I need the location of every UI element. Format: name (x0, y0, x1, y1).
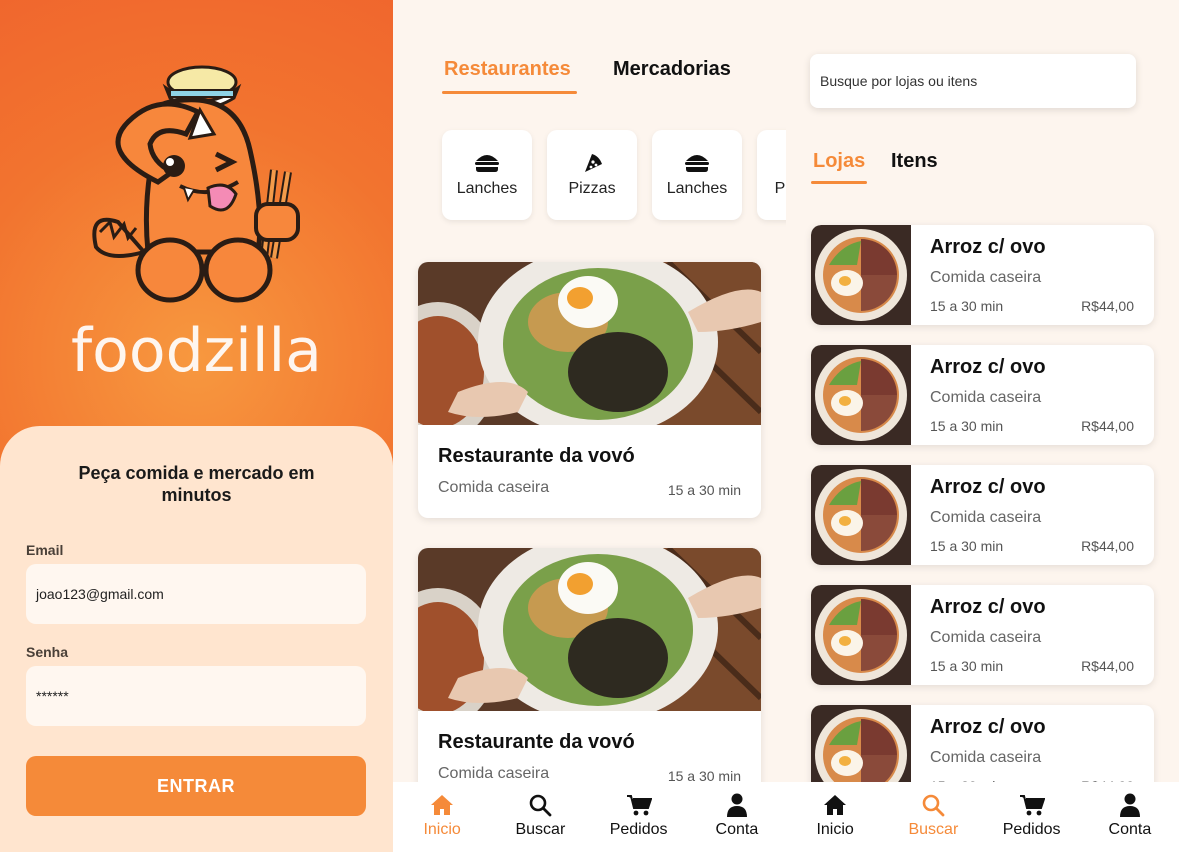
bottom-nav: Inicio Buscar Pedidos Conta (393, 782, 786, 852)
home-icon (822, 792, 848, 818)
store-type: Comida caseira (930, 629, 1042, 646)
burger-icon (683, 152, 711, 174)
nav-label: Pedidos (609, 821, 668, 838)
nav-pedidos[interactable]: Pedidos (987, 792, 1077, 839)
home-screen: Restaurantes Mercadorias Lanches Pizzas … (393, 0, 786, 852)
nav-label: Conta (1108, 821, 1152, 838)
tab-restaurantes[interactable]: Restaurantes (444, 58, 571, 81)
nav-label: Buscar (515, 821, 566, 838)
bottom-nav: Inicio Buscar Pedidos Conta (786, 782, 1179, 852)
store-time: 15 a 30 min (930, 298, 1004, 314)
tab-lojas[interactable]: Lojas (813, 150, 865, 173)
store-name: Arroz c/ ovo (930, 476, 1046, 498)
cart-icon (1019, 792, 1045, 818)
nav-buscar[interactable]: Buscar (888, 792, 978, 839)
nav-label: Conta (715, 821, 759, 838)
search-screen: Busque por lojas ou itens Lojas Itens Ar… (786, 0, 1179, 852)
restaurant-name: Restaurante da vovó (438, 445, 635, 467)
home-icon (429, 792, 455, 818)
store-price: R$44,00 (1081, 298, 1134, 314)
user-icon (1117, 792, 1143, 818)
burger-icon (473, 152, 501, 174)
tab-itens[interactable]: Itens (891, 150, 938, 173)
tagline: Peça comida e mercado em minutos (78, 463, 315, 505)
nav-label: Buscar (908, 821, 959, 838)
store-image (811, 345, 911, 445)
category-lanches-2[interactable]: Lanches (652, 130, 742, 220)
search-icon (527, 792, 553, 818)
nav-label: Inicio (816, 821, 854, 838)
nav-pedidos[interactable]: Pedidos (594, 792, 684, 839)
nav-conta[interactable]: Conta (692, 792, 782, 839)
category-pizzas-2[interactable]: P (757, 130, 786, 220)
password-label: Senha (26, 644, 69, 660)
nav-label: Inicio (423, 821, 461, 838)
store-time: 15 a 30 min (930, 418, 1004, 434)
store-name: Arroz c/ ovo (930, 236, 1046, 258)
restaurant-type: Comida caseira (438, 765, 550, 782)
search-input[interactable]: Busque por lojas ou itens (810, 54, 1136, 108)
store-price: R$44,00 (1081, 418, 1134, 434)
brand-logo-text: foodzilla (71, 316, 322, 386)
login-screen: foodzilla Peça comida e mercado em minut… (0, 0, 393, 852)
store-card[interactable]: Arroz c/ ovo Comida caseira 15 a 30 min R$4… (811, 225, 1154, 325)
search-icon (920, 792, 946, 818)
store-name: Arroz c/ ovo (930, 716, 1046, 738)
restaurant-card[interactable]: Restaurante da vovó Comida caseira 15 a … (418, 548, 761, 804)
store-image (811, 585, 911, 685)
pizza-icon (578, 152, 606, 174)
store-card[interactable]: Arroz c/ ovo Comida caseira 15 a 30 min R$4… (811, 345, 1154, 445)
tab-active-indicator (442, 91, 577, 94)
restaurant-image (418, 262, 761, 425)
restaurant-image (418, 548, 761, 711)
restaurant-name: Restaurante da vovó (438, 731, 635, 753)
email-field[interactable]: joao123@gmail.com (26, 564, 366, 624)
email-label: Email (26, 542, 64, 558)
login-button[interactable]: ENTRAR (26, 756, 366, 816)
store-card[interactable]: Arroz c/ ovo Comida caseira 15 a 30 min R$4… (811, 585, 1154, 685)
store-price: R$44,00 (1081, 538, 1134, 554)
store-type: Comida caseira (930, 269, 1042, 286)
nav-inicio[interactable]: Inicio (790, 792, 880, 839)
nav-label: Pedidos (1002, 821, 1061, 838)
tab-mercadorias[interactable]: Mercadorias (613, 58, 731, 81)
restaurant-time: 15 a 30 min (667, 482, 741, 498)
nav-inicio[interactable]: Inicio (397, 792, 487, 839)
category-pizzas[interactable]: Pizzas (547, 130, 637, 220)
store-image (811, 465, 911, 565)
nav-conta[interactable]: Conta (1085, 792, 1175, 839)
store-time: 15 a 30 min (930, 658, 1004, 674)
mascot-logo-icon (92, 65, 300, 303)
login-form: Peça comida e mercado em minutos Email j… (0, 426, 393, 852)
tab-active-indicator (811, 181, 867, 184)
nav-buscar[interactable]: Buscar (495, 792, 585, 839)
category-label: Lanches (456, 180, 518, 197)
restaurant-type: Comida caseira (438, 479, 550, 496)
store-name: Arroz c/ ovo (930, 356, 1046, 378)
store-time: 15 a 30 min (930, 538, 1004, 554)
user-icon (724, 792, 750, 818)
store-card[interactable]: Arroz c/ ovo Comida caseira 15 a 30 min R$4… (811, 465, 1154, 565)
restaurant-card[interactable]: Restaurante da vovó Comida caseira 15 a … (418, 262, 761, 518)
store-type: Comida caseira (930, 509, 1042, 526)
app-root: foodzilla Peça comida e mercado em minut… (0, 0, 1179, 852)
store-type: Comida caseira (930, 389, 1042, 406)
category-label: Lanches (666, 180, 728, 197)
store-price: R$44,00 (1081, 658, 1134, 674)
category-lanches[interactable]: Lanches (442, 130, 532, 220)
cart-icon (626, 792, 652, 818)
password-field[interactable]: ****** (26, 666, 366, 726)
store-type: Comida caseira (930, 749, 1042, 766)
category-label: P (774, 180, 786, 197)
store-image (811, 225, 911, 325)
store-name: Arroz c/ ovo (930, 596, 1046, 618)
category-label: Pizzas (568, 180, 616, 197)
